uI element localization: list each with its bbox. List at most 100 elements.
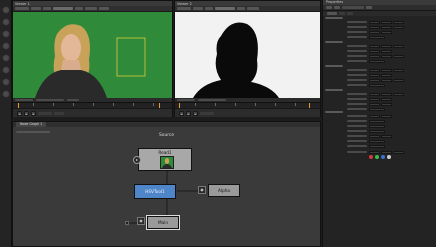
toolbar-control[interactable] <box>99 7 109 10</box>
toolbar-control[interactable] <box>237 7 245 10</box>
property-field[interactable] <box>369 150 380 154</box>
property-field[interactable] <box>381 44 392 48</box>
node-name-field[interactable] <box>342 6 364 9</box>
toolbar-field[interactable] <box>215 7 235 10</box>
play-icon[interactable]: ▸ <box>24 110 29 116</box>
forward-icon[interactable]: ▸ <box>193 110 198 116</box>
frame-field[interactable] <box>200 111 214 115</box>
property-field[interactable] <box>381 114 392 118</box>
toolbar-control[interactable] <box>43 7 51 10</box>
property-field[interactable] <box>393 150 404 154</box>
tool-button[interactable] <box>2 66 10 74</box>
fps-field[interactable] <box>54 111 64 115</box>
property-field[interactable] <box>369 78 380 82</box>
tab[interactable] <box>327 12 337 15</box>
property-field[interactable] <box>369 134 380 138</box>
toolbar-control[interactable] <box>326 6 332 9</box>
color-swatch[interactable] <box>381 155 385 159</box>
property-field[interactable] <box>381 78 392 82</box>
tool-button[interactable] <box>2 54 10 62</box>
tool-button[interactable] <box>2 42 10 50</box>
property-field[interactable] <box>369 124 385 128</box>
section-header[interactable] <box>325 40 343 44</box>
property-field[interactable] <box>369 114 380 118</box>
tool-button[interactable] <box>2 90 10 98</box>
read-node[interactable]: Read1 <box>138 148 192 171</box>
property-field[interactable] <box>369 30 380 34</box>
property-field[interactable] <box>369 144 385 148</box>
property-field[interactable] <box>381 49 392 53</box>
channel-dropdown[interactable] <box>177 7 191 10</box>
property-field[interactable] <box>381 20 392 24</box>
tab[interactable] <box>339 12 345 15</box>
toolbar-field[interactable] <box>53 7 73 10</box>
forward-icon[interactable]: ▸ <box>31 110 36 116</box>
toolbar-control[interactable] <box>205 7 213 10</box>
hsvtool-node[interactable]: HSVTool1 <box>134 184 176 199</box>
tab[interactable] <box>347 12 353 15</box>
property-field[interactable] <box>393 92 404 96</box>
property-field[interactable] <box>381 68 392 72</box>
tool-button[interactable] <box>2 6 10 14</box>
property-field[interactable] <box>393 44 404 48</box>
property-field[interactable] <box>381 150 392 154</box>
property-field[interactable] <box>369 35 385 39</box>
toolbar-control[interactable] <box>247 7 259 10</box>
property-field[interactable] <box>369 129 385 133</box>
property-field[interactable] <box>369 20 380 24</box>
property-field[interactable] <box>393 54 404 58</box>
input-arrow[interactable] <box>125 221 129 225</box>
property-field[interactable] <box>369 68 380 72</box>
property-field[interactable] <box>393 20 404 24</box>
property-field[interactable] <box>381 54 392 58</box>
property-field[interactable] <box>393 25 404 29</box>
play-icon[interactable]: ▸ <box>133 156 141 164</box>
property-field[interactable] <box>369 97 380 101</box>
color-swatch[interactable] <box>387 155 391 159</box>
property-field[interactable] <box>369 92 380 96</box>
property-field[interactable] <box>369 102 380 106</box>
tool-button[interactable] <box>2 18 10 26</box>
property-field[interactable] <box>381 97 392 101</box>
property-field[interactable] <box>369 119 385 123</box>
property-field[interactable] <box>369 83 385 87</box>
property-field[interactable] <box>381 92 392 96</box>
property-field[interactable] <box>393 78 404 82</box>
property-field[interactable] <box>381 73 392 77</box>
property-field[interactable] <box>381 102 392 106</box>
alpha-viewer-node[interactable]: Alpha <box>208 184 240 197</box>
property-field[interactable] <box>381 134 392 138</box>
property-field[interactable] <box>369 139 385 143</box>
property-field[interactable] <box>381 30 392 34</box>
property-field[interactable] <box>369 54 380 58</box>
section-header[interactable] <box>325 110 343 114</box>
color-swatch[interactable] <box>369 155 373 159</box>
channel-dropdown[interactable] <box>15 7 29 10</box>
property-field[interactable] <box>381 25 392 29</box>
eye-icon[interactable]: ◉ <box>198 186 206 194</box>
main-viewer-node[interactable]: Main <box>147 216 179 229</box>
property-field[interactable] <box>369 44 380 48</box>
input-dropdown[interactable] <box>31 7 41 10</box>
eye-icon[interactable]: ◉ <box>137 217 145 225</box>
section-header[interactable] <box>325 64 343 68</box>
rewind-icon[interactable]: ◂ <box>179 110 184 116</box>
property-field[interactable] <box>393 68 404 72</box>
property-field[interactable] <box>369 49 380 53</box>
section-header[interactable] <box>325 88 343 92</box>
toolbar-control[interactable] <box>366 6 372 9</box>
property-field[interactable] <box>369 107 385 111</box>
tool-button[interactable] <box>2 30 10 38</box>
toolbar-control[interactable] <box>85 7 97 10</box>
toolbar-control[interactable] <box>75 7 83 10</box>
color-swatch[interactable] <box>375 155 379 159</box>
input-dropdown[interactable] <box>193 7 203 10</box>
property-field[interactable] <box>369 25 380 29</box>
toolbar-control[interactable] <box>334 6 340 9</box>
rewind-icon[interactable]: ◂ <box>17 110 22 116</box>
frame-field[interactable] <box>38 111 52 115</box>
property-field[interactable] <box>369 59 385 63</box>
tool-button[interactable] <box>2 78 10 86</box>
play-icon[interactable]: ▸ <box>186 110 191 116</box>
property-field[interactable] <box>369 73 380 77</box>
